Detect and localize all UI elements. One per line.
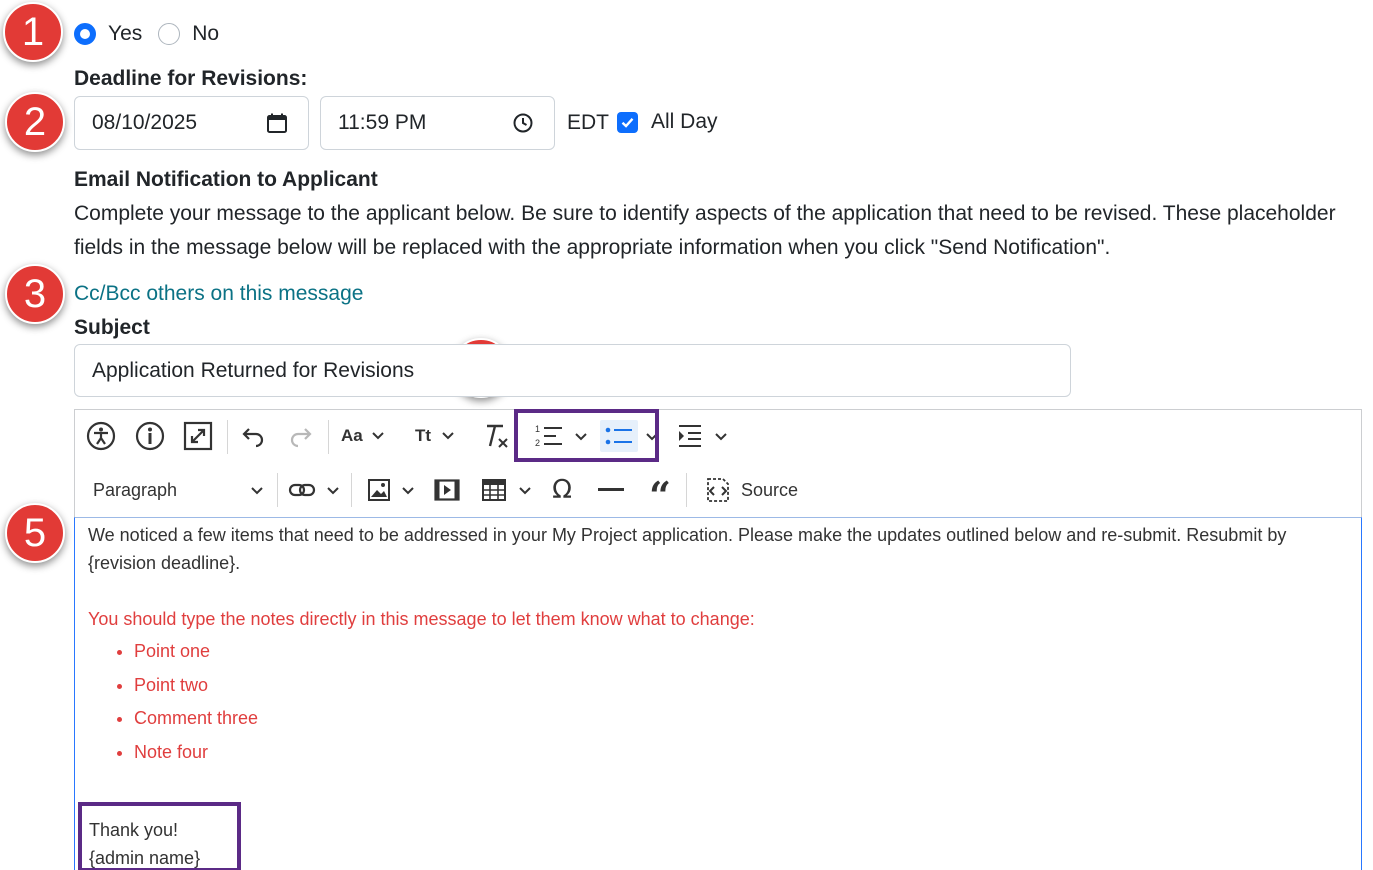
message-bullet-list: Point one Point two Comment three Note f…	[134, 635, 258, 769]
yes-radio-label[interactable]: Yes	[108, 22, 142, 46]
list-item: Point two	[134, 669, 258, 703]
revision-radio-group: Yes No	[74, 18, 235, 50]
horizontal-line-button[interactable]	[595, 476, 627, 504]
omega-icon: Ω	[552, 475, 572, 505]
indent-icon	[679, 425, 701, 447]
chevron-down-icon[interactable]	[714, 432, 728, 442]
callout-5: 5	[5, 503, 65, 563]
list-buttons-highlight	[514, 409, 659, 462]
callout-2: 2	[5, 92, 65, 152]
undo-icon	[242, 428, 264, 448]
message-intro: We noticed a few items that need to be a…	[88, 525, 1287, 573]
source-code-icon	[707, 478, 729, 502]
link-icon	[288, 483, 316, 497]
media-embed-icon	[434, 479, 460, 501]
toolbar-separator	[328, 420, 329, 454]
accessibility-icon	[86, 421, 116, 451]
table-button[interactable]	[479, 476, 509, 504]
callout-1: 1	[3, 2, 63, 62]
chevron-down-icon	[442, 432, 454, 440]
email-instructions: Complete your message to the applicant b…	[74, 202, 1336, 259]
subject-value: Application Returned for Revisions	[92, 358, 415, 382]
indent-button[interactable]	[675, 422, 705, 450]
remove-format-icon	[487, 424, 508, 448]
cc-bcc-link[interactable]: Cc/Bcc others on this message	[74, 282, 363, 306]
editor-toolbar: Aa Tt 1 2 Paragraph Ω “ Source	[74, 409, 1362, 518]
accessibility-button[interactable]	[85, 420, 117, 452]
special-characters-button[interactable]: Ω	[547, 475, 577, 505]
deadline-time-input[interactable]: 11:59 PM	[320, 96, 555, 150]
toolbar-separator	[277, 473, 278, 507]
no-radio[interactable]	[158, 23, 181, 45]
toolbar-separator	[351, 473, 352, 507]
heading-select-label: Paragraph	[93, 479, 178, 500]
chevron-down-icon	[372, 432, 384, 440]
info-button[interactable]	[134, 420, 166, 452]
source-button[interactable]: Source	[703, 474, 803, 506]
horizontal-line-icon	[598, 488, 624, 491]
blockquote-button[interactable]: “	[645, 476, 675, 515]
date-value: 08/10/2025	[92, 111, 198, 134]
message-note: You should type the notes directly in th…	[88, 609, 755, 629]
fullscreen-button[interactable]	[182, 420, 214, 452]
subject-label: Subject	[74, 316, 150, 339]
list-item: Point one	[134, 635, 258, 669]
signature-highlight	[78, 802, 241, 870]
checkmark-icon	[621, 117, 634, 128]
message-editor[interactable]: We noticed a few items that need to be a…	[74, 517, 1362, 870]
email-heading: Email Notification to Applicant	[74, 168, 378, 191]
callout-3: 3	[5, 264, 65, 324]
image-icon	[368, 479, 390, 501]
toolbar-separator	[686, 473, 687, 507]
redo-button[interactable]	[287, 422, 315, 450]
font-family-label: Aa	[341, 426, 363, 445]
heading-dropdown[interactable]: Paragraph	[93, 476, 268, 504]
info-icon	[135, 421, 165, 451]
font-size-dropdown[interactable]: Tt	[415, 422, 469, 450]
no-radio-label[interactable]: No	[192, 22, 219, 46]
font-family-dropdown[interactable]: Aa	[341, 422, 395, 450]
yes-radio[interactable]	[74, 23, 96, 45]
link-button[interactable]	[287, 476, 317, 504]
clock-icon[interactable]	[512, 112, 534, 134]
blockquote-icon: “	[649, 473, 671, 518]
timezone-label: EDT	[567, 111, 609, 134]
toolbar-separator	[227, 420, 228, 454]
redo-icon	[290, 428, 312, 448]
subject-input[interactable]: Application Returned for Revisions	[74, 344, 1071, 397]
all-day-toggle[interactable]: All Day	[617, 110, 718, 134]
font-size-label: Tt	[415, 426, 432, 445]
chevron-down-icon[interactable]	[250, 486, 264, 496]
all-day-label[interactable]: All Day	[651, 110, 718, 134]
chevron-down-icon[interactable]	[401, 486, 415, 496]
chevron-down-icon[interactable]	[326, 486, 340, 496]
calendar-icon[interactable]	[266, 112, 288, 134]
fullscreen-icon	[183, 421, 213, 451]
chevron-down-icon[interactable]	[518, 486, 532, 496]
deadline-date-input[interactable]: 08/10/2025	[74, 96, 309, 150]
deadline-label: Deadline for Revisions:	[74, 67, 308, 90]
source-label: Source	[741, 479, 799, 500]
time-value: 11:59 PM	[338, 111, 427, 134]
list-item: Comment three	[134, 702, 258, 736]
undo-button[interactable]	[239, 422, 267, 450]
media-button[interactable]	[432, 476, 462, 504]
all-day-checkbox[interactable]	[617, 111, 638, 133]
remove-format-button[interactable]	[480, 422, 512, 450]
table-icon	[482, 479, 506, 501]
list-item: Note four	[134, 736, 258, 770]
image-button[interactable]	[365, 476, 393, 504]
